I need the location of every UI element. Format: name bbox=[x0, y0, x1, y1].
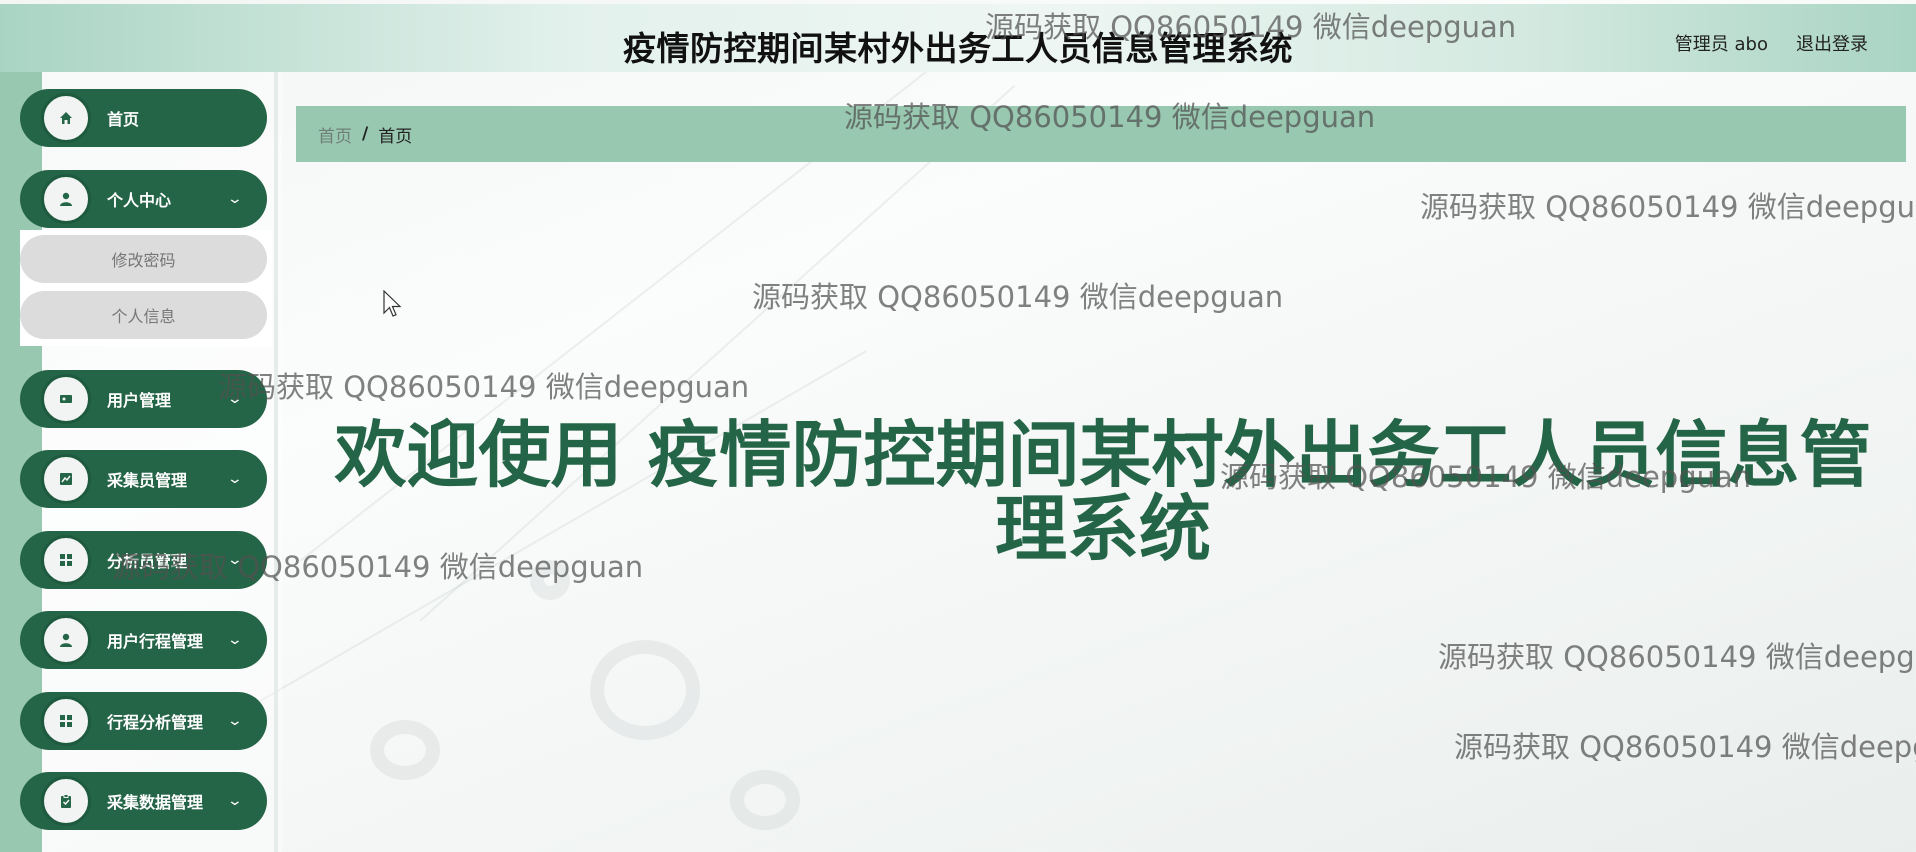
grid-icon bbox=[41, 696, 91, 746]
home-icon bbox=[41, 93, 91, 143]
sidebar-item-label: 用户行程管理 bbox=[107, 632, 204, 651]
submenu-personal-info[interactable]: 个人信息 bbox=[20, 291, 267, 339]
breadcrumb-current: 首页 bbox=[378, 126, 413, 147]
chevron-down-icon: ⌄ bbox=[226, 552, 244, 568]
sidebar-item-label: 个人中心 bbox=[107, 191, 172, 210]
breadcrumb-separator: / bbox=[362, 124, 369, 144]
sidebar-item-collector-management[interactable]: 采集员管理 ⌄ bbox=[20, 450, 267, 508]
chevron-down-icon: ⌄ bbox=[226, 391, 244, 407]
top-header-bar: 疫情防控期间某村外出务工人员信息管理系统 管理员 abo 退出登录 bbox=[0, 4, 1916, 72]
chevron-down-icon: ⌄ bbox=[226, 793, 244, 809]
mouse-cursor-icon bbox=[383, 290, 402, 317]
sidebar-item-user-management[interactable]: 用户管理 ⌄ bbox=[20, 370, 267, 428]
header-user-area: 管理员 abo 退出登录 bbox=[1675, 30, 1868, 56]
submenu-change-password[interactable]: 修改密码 bbox=[20, 235, 267, 283]
id-card-icon bbox=[41, 374, 91, 424]
watermark-text: 源码获取 QQ86050149 微信deepguan bbox=[1438, 640, 1916, 674]
admin-user-label[interactable]: 管理员 abo bbox=[1675, 30, 1768, 56]
chevron-down-icon: ⌄ bbox=[226, 713, 244, 729]
sidebar-item-label: 行程分析管理 bbox=[107, 713, 204, 732]
breadcrumb: 首页 / 首页 bbox=[296, 106, 1906, 162]
chevron-down-icon: ⌄ bbox=[226, 191, 244, 207]
chevron-down-icon: ⌄ bbox=[226, 632, 244, 648]
sidebar-item-label: 首页 bbox=[107, 110, 140, 129]
chevron-down-icon: ⌄ bbox=[226, 471, 244, 487]
breadcrumb-home-link[interactable]: 首页 bbox=[318, 122, 352, 147]
system-title: 疫情防控期间某村外出务工人员信息管理系统 bbox=[623, 29, 1293, 68]
welcome-heading: 欢迎使用 疫情防控期间某村外出务工人员信息管理系统 bbox=[334, 413, 1872, 571]
sidebar-item-home[interactable]: 首页 bbox=[20, 89, 267, 147]
chart-icon bbox=[41, 454, 91, 504]
sidebar-item-label: 分析员管理 bbox=[107, 552, 188, 571]
watermark-text: 源码获取 QQ86050149 微信deepguan bbox=[1420, 190, 1916, 224]
watermark-text: 源码获取 QQ86050149 微信deepguan bbox=[752, 280, 1284, 314]
grid-icon bbox=[41, 535, 91, 585]
sidebar-item-label: 用户管理 bbox=[107, 391, 172, 410]
sidebar-item-label: 采集数据管理 bbox=[107, 793, 204, 812]
user-icon bbox=[41, 615, 91, 665]
sidebar-item-user-trip-management[interactable]: 用户行程管理 ⌄ bbox=[20, 611, 267, 669]
logout-button[interactable]: 退出登录 bbox=[1796, 30, 1868, 56]
sidebar-item-collected-data-management[interactable]: 采集数据管理 ⌄ bbox=[20, 772, 267, 830]
user-icon bbox=[41, 174, 91, 224]
watermark-text: 源码获取 QQ86050149 微信deepguan bbox=[1454, 730, 1916, 764]
sidebar-item-label: 采集员管理 bbox=[107, 471, 188, 490]
watermark-text: 源码获取 QQ86050149 微信deepguan bbox=[218, 370, 750, 404]
clipboard-icon bbox=[41, 776, 91, 826]
sidebar-item-trip-analysis-management[interactable]: 行程分析管理 ⌄ bbox=[20, 692, 267, 750]
sidebar-item-personal-center[interactable]: 个人中心 ⌄ bbox=[20, 170, 267, 228]
sidebar-item-analyst-management[interactable]: 分析员管理 ⌄ bbox=[20, 531, 267, 589]
